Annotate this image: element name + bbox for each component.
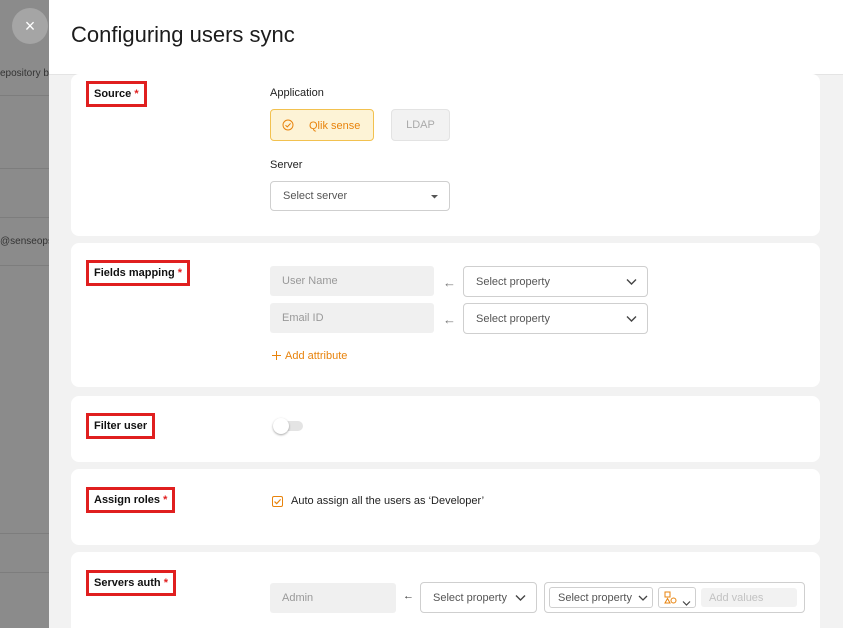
filter-user-label-text: Filter user	[94, 420, 148, 432]
fields-mapping-card: Fields mapping * User Name ← Select prop…	[71, 243, 820, 387]
assign-roles-label-text: Assign roles	[94, 494, 161, 506]
property-select-value: Select property	[433, 591, 507, 604]
application-label: Application	[270, 87, 324, 99]
servers-auth-section-label: Servers auth *	[86, 570, 176, 596]
value-type-button[interactable]	[658, 587, 696, 608]
server-select[interactable]: Select server	[270, 181, 450, 211]
inner-property-select[interactable]: Select property	[549, 587, 653, 608]
app-chip-qlik-sense[interactable]: Qlik sense	[270, 109, 374, 141]
required-mark: *	[163, 577, 168, 589]
app-chip-label: LDAP	[406, 119, 435, 131]
app-chip-ldap[interactable]: LDAP	[391, 109, 450, 141]
chevron-down-icon	[515, 593, 526, 605]
chevron-down-icon	[682, 594, 691, 612]
check-icon	[274, 498, 282, 505]
config-drawer: Configuring users sync Source * Applicat…	[49, 0, 843, 628]
servers-auth-card: Servers auth * Admin ← Select property S…	[71, 552, 820, 628]
chevron-down-icon	[638, 593, 648, 605]
shapes-icon	[664, 591, 677, 609]
field-email-id: Email ID	[270, 303, 434, 333]
fields-mapping-section-label: Fields mapping *	[86, 260, 191, 286]
property-select-user-name[interactable]: Select property	[463, 266, 648, 297]
close-icon[interactable]: ×	[12, 8, 48, 44]
inner-property-select-value: Select property	[558, 591, 632, 604]
filter-user-toggle[interactable]	[273, 418, 303, 434]
toggle-knob	[273, 418, 289, 434]
assign-roles-section-label: Assign roles *	[86, 487, 176, 513]
required-mark: *	[134, 88, 139, 100]
add-attribute-label: Add attribute	[285, 350, 348, 362]
source-label-text: Source	[94, 88, 132, 100]
arrow-left-icon: ←	[443, 275, 456, 290]
property-select-value: Select property	[476, 275, 550, 288]
server-select-value: Select server	[283, 190, 348, 202]
servers-auth-property-select[interactable]: Select property	[420, 582, 537, 613]
servers-auth-label-text: Servers auth	[94, 577, 161, 589]
drawer-title: Configuring users sync	[71, 22, 295, 47]
source-section-label: Source *	[86, 81, 147, 107]
auto-assign-label: Auto assign all the users as ‘Developer’	[291, 495, 485, 507]
chevron-down-icon	[626, 314, 637, 326]
auto-assign-checkbox[interactable]	[272, 496, 283, 507]
arrow-left-icon: ←	[403, 590, 414, 602]
add-attribute-button[interactable]: Add attribute	[272, 350, 347, 362]
filter-user-card: Filter user	[71, 396, 820, 462]
caret-down-icon	[430, 192, 439, 204]
fields-mapping-label-text: Fields mapping	[94, 267, 175, 279]
background-text: epository b	[0, 68, 49, 79]
chevron-down-icon	[626, 277, 637, 289]
plus-icon	[272, 351, 281, 360]
assign-roles-card: Assign roles * Auto assign all the users…	[71, 469, 820, 545]
required-mark: *	[163, 494, 168, 506]
filter-user-section-label: Filter user	[86, 413, 156, 439]
app-chip-label: Qlik sense	[309, 120, 361, 132]
server-label: Server	[270, 159, 303, 171]
drawer-header: Configuring users sync	[49, 0, 843, 75]
source-card: Source * Application Qlik sense LDAP Ser…	[71, 74, 820, 236]
property-select-value: Select property	[476, 312, 550, 325]
property-select-email-id[interactable]: Select property	[463, 303, 648, 334]
arrow-left-icon: ←	[443, 312, 456, 327]
servers-auth-values-group: Select property Add values	[544, 582, 805, 613]
field-admin: Admin	[270, 583, 396, 613]
add-values-input[interactable]: Add values	[701, 588, 797, 607]
required-mark: *	[177, 267, 183, 279]
field-user-name: User Name	[270, 266, 434, 296]
background-text: @senseops	[0, 236, 53, 247]
check-circle-icon	[282, 119, 294, 131]
